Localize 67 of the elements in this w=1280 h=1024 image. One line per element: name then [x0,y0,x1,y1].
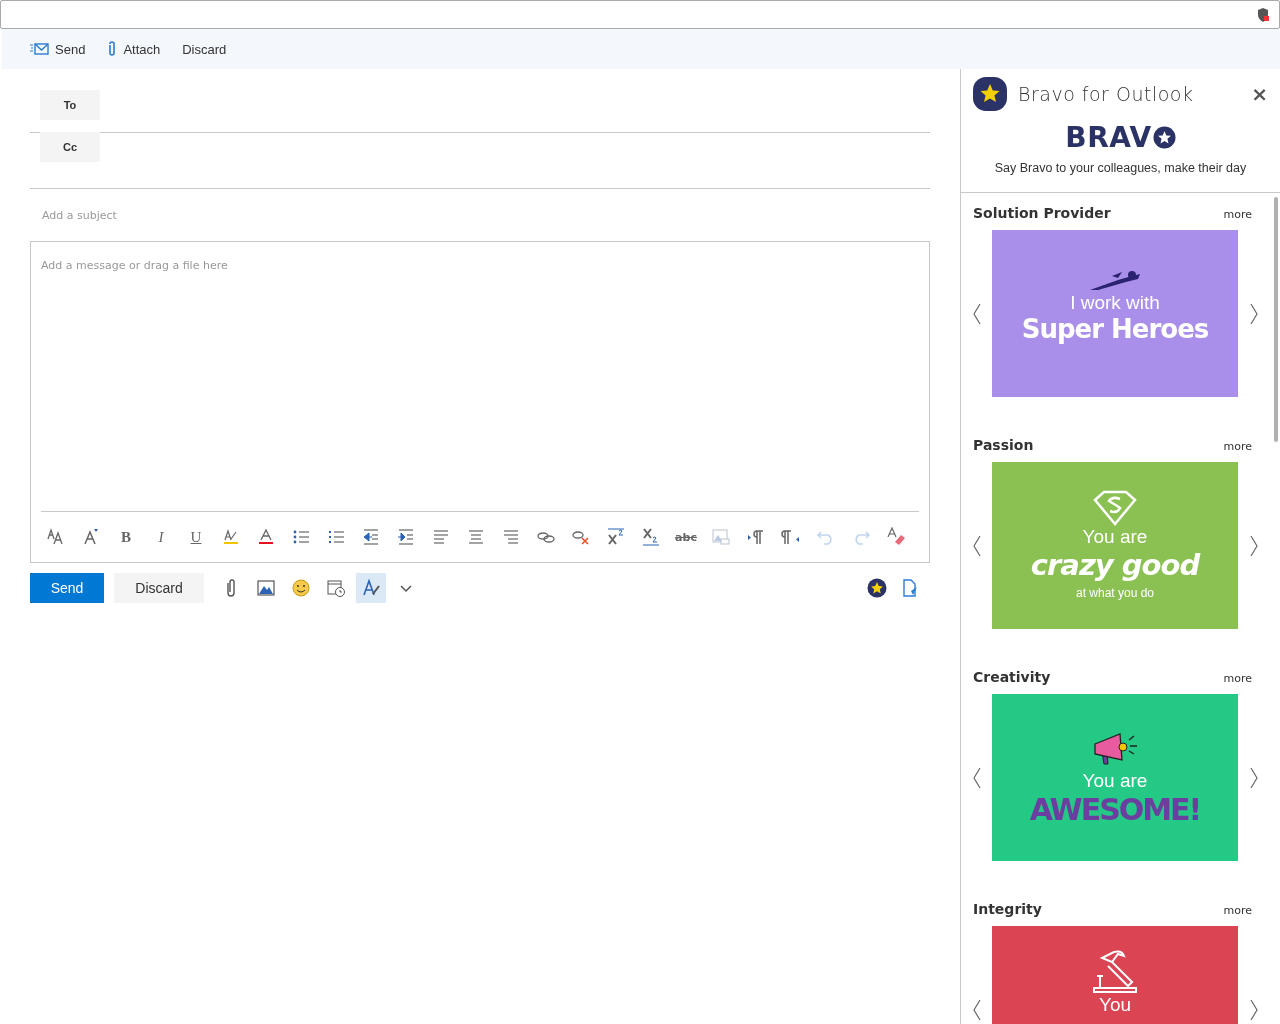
format-button[interactable]: B [116,527,136,547]
paperclip-icon[interactable] [107,41,118,57]
discard-button[interactable]: Discard [114,573,204,603]
outdent-icon[interactable] [361,527,381,547]
flying-hero-icon [1088,270,1142,292]
chevron-right-icon[interactable] [1248,998,1259,1021]
section-title: Creativity [973,669,1052,685]
recipient-button[interactable]: Cc [40,132,100,162]
hammer-icon [1092,950,1138,994]
envelope-icon[interactable] [30,43,49,55]
send-button[interactable]: Send [30,41,86,57]
format-button[interactable]: abc [676,527,696,547]
shield-icon [1092,490,1138,526]
tagline: Say Bravo to your colleagues, make their day [993,161,1248,175]
recipient-button[interactable]: To [40,89,100,120]
card-text: You [1098,994,1132,1016]
align-left-icon[interactable] [431,527,451,547]
kudos-card[interactable]: You [992,926,1238,1024]
more-link[interactable]: more [1223,440,1252,453]
more-link[interactable]: more [1223,904,1252,917]
star-circle-icon [1152,126,1176,149]
card-text: at what you do [1075,586,1155,600]
card-text: Super Heroes [1021,314,1209,344]
star-badge-icon[interactable] [867,578,887,598]
card-text: crazy good [1030,548,1200,582]
align-right-icon[interactable] [501,527,521,547]
font-size-icon[interactable] [46,527,66,547]
grow-font-icon[interactable] [81,527,101,547]
section-title: Passion [973,437,1035,453]
chevron-right-icon[interactable] [1248,766,1259,789]
format-button[interactable]: I [151,527,171,547]
document-icon[interactable] [902,579,918,597]
message-body[interactable]: Add a message or drag a file here B I U abc [30,241,930,563]
card-text: You are [1082,770,1148,792]
card-text: AWESOME! [1029,792,1201,827]
card-text: You are [1082,526,1148,548]
more-link[interactable]: more [1223,672,1252,685]
format-button[interactable]: U [186,527,206,547]
brand-logo: BRAV [1065,121,1152,154]
eraser-icon[interactable] [886,527,906,547]
right-to-left-icon[interactable] [781,527,801,547]
format-icon[interactable] [356,573,386,603]
star-badge-icon [973,77,1007,111]
section-title: Solution Provider [973,205,1112,221]
chevron-left-icon[interactable] [971,998,982,1021]
superscript-icon[interactable] [606,527,626,547]
highlighter-icon[interactable] [221,527,241,547]
chevron-left-icon[interactable] [971,766,982,789]
font-color-icon[interactable] [256,527,276,547]
close-button[interactable]: × [1251,82,1268,106]
align-center-icon[interactable] [466,527,486,547]
send-button[interactable]: Send [30,573,104,603]
scrollbar[interactable] [1274,197,1278,442]
chevron-right-icon[interactable] [1248,302,1259,325]
panel-title: Bravo for Outlook [1018,83,1195,105]
section-title: Integrity [973,901,1043,917]
chevron-left-icon[interactable] [971,302,982,325]
shield-icon [1257,7,1269,22]
indent-icon[interactable] [396,527,416,547]
subscript-icon[interactable] [641,527,661,547]
chevron-right-icon[interactable] [1248,534,1259,557]
discard-button[interactable]: Discard [182,41,227,57]
card-text: I work with [1070,292,1160,314]
attach-button[interactable]: Attach [107,41,161,57]
more-link[interactable]: more [1223,208,1252,221]
chevron-left-icon[interactable] [971,534,982,557]
left-to-right-icon[interactable] [746,527,766,547]
